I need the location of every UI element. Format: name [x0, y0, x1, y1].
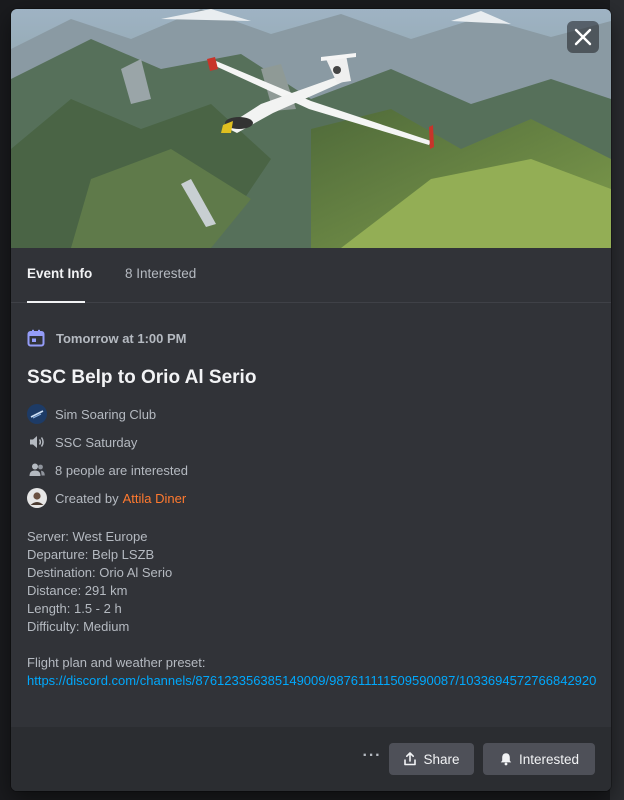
share-button[interactable]: Share [389, 743, 474, 775]
close-button[interactable] [567, 21, 599, 53]
share-icon [404, 752, 417, 766]
tab-interested[interactable]: 8 Interested [125, 266, 196, 281]
event-time-text: Tomorrow at 1:00 PM [56, 330, 187, 346]
calendar-icon [27, 329, 45, 347]
event-time: Tomorrow at 1:00 PM [27, 327, 599, 349]
event-title: SSC Belp to Orio Al Serio [27, 367, 257, 388]
close-icon [574, 28, 592, 46]
interested-label: Interested [518, 751, 580, 767]
interested-count: 8 people are interested [55, 462, 188, 478]
preset-link[interactable]: https://discord.com/channels/87612335638… [27, 672, 599, 690]
bell-icon [500, 753, 512, 766]
people-icon [27, 460, 47, 480]
event-description: Server: West Europe Departure: Belp LSZB… [27, 528, 599, 690]
share-label: Share [423, 751, 460, 767]
avatar[interactable] [27, 488, 47, 508]
active-tab-indicator [27, 301, 85, 303]
glider-landscape-image [11, 9, 611, 248]
server-name: Sim Soaring Club [55, 406, 157, 422]
created-by-label: Created by [55, 490, 119, 506]
event-creator-row: Created by Attila Diner [27, 488, 599, 508]
event-cover-image [11, 9, 611, 248]
event-channel-row[interactable]: SSC Saturday [27, 432, 599, 452]
description-line: Departure: Belp LSZB [27, 547, 155, 562]
preset-label: Flight plan and weather preset: [27, 655, 206, 670]
interested-button[interactable]: Interested [483, 743, 595, 775]
tab-bar: Event Info 8 Interested [11, 248, 611, 303]
more-options-button[interactable]: ··· [361, 748, 383, 767]
event-modal: Event Info 8 Interested Tomorrow at 1:00… [11, 9, 611, 791]
description-line: Distance: 291 km [27, 583, 128, 598]
channel-name: SSC Saturday [55, 434, 138, 450]
background-app [610, 0, 624, 800]
modal-footer: ··· Share Interested [11, 727, 611, 791]
description-line: Destination: Orio Al Serio [27, 565, 173, 580]
description-line: Length: 1.5 - 2 h [27, 601, 122, 616]
description-line: Server: West Europe [27, 529, 148, 544]
event-server-row[interactable]: Sim Soaring Club [27, 404, 599, 424]
description-line: Difficulty: Medium [27, 619, 130, 634]
speaker-icon [27, 432, 47, 452]
creator-name[interactable]: Attila Diner [123, 491, 187, 506]
event-interested-row: 8 people are interested [27, 460, 599, 480]
server-avatar [27, 404, 47, 424]
tab-event-info[interactable]: Event Info [27, 266, 92, 281]
event-info-panel: Tomorrow at 1:00 PM SSC Belp to Orio Al … [27, 327, 599, 690]
